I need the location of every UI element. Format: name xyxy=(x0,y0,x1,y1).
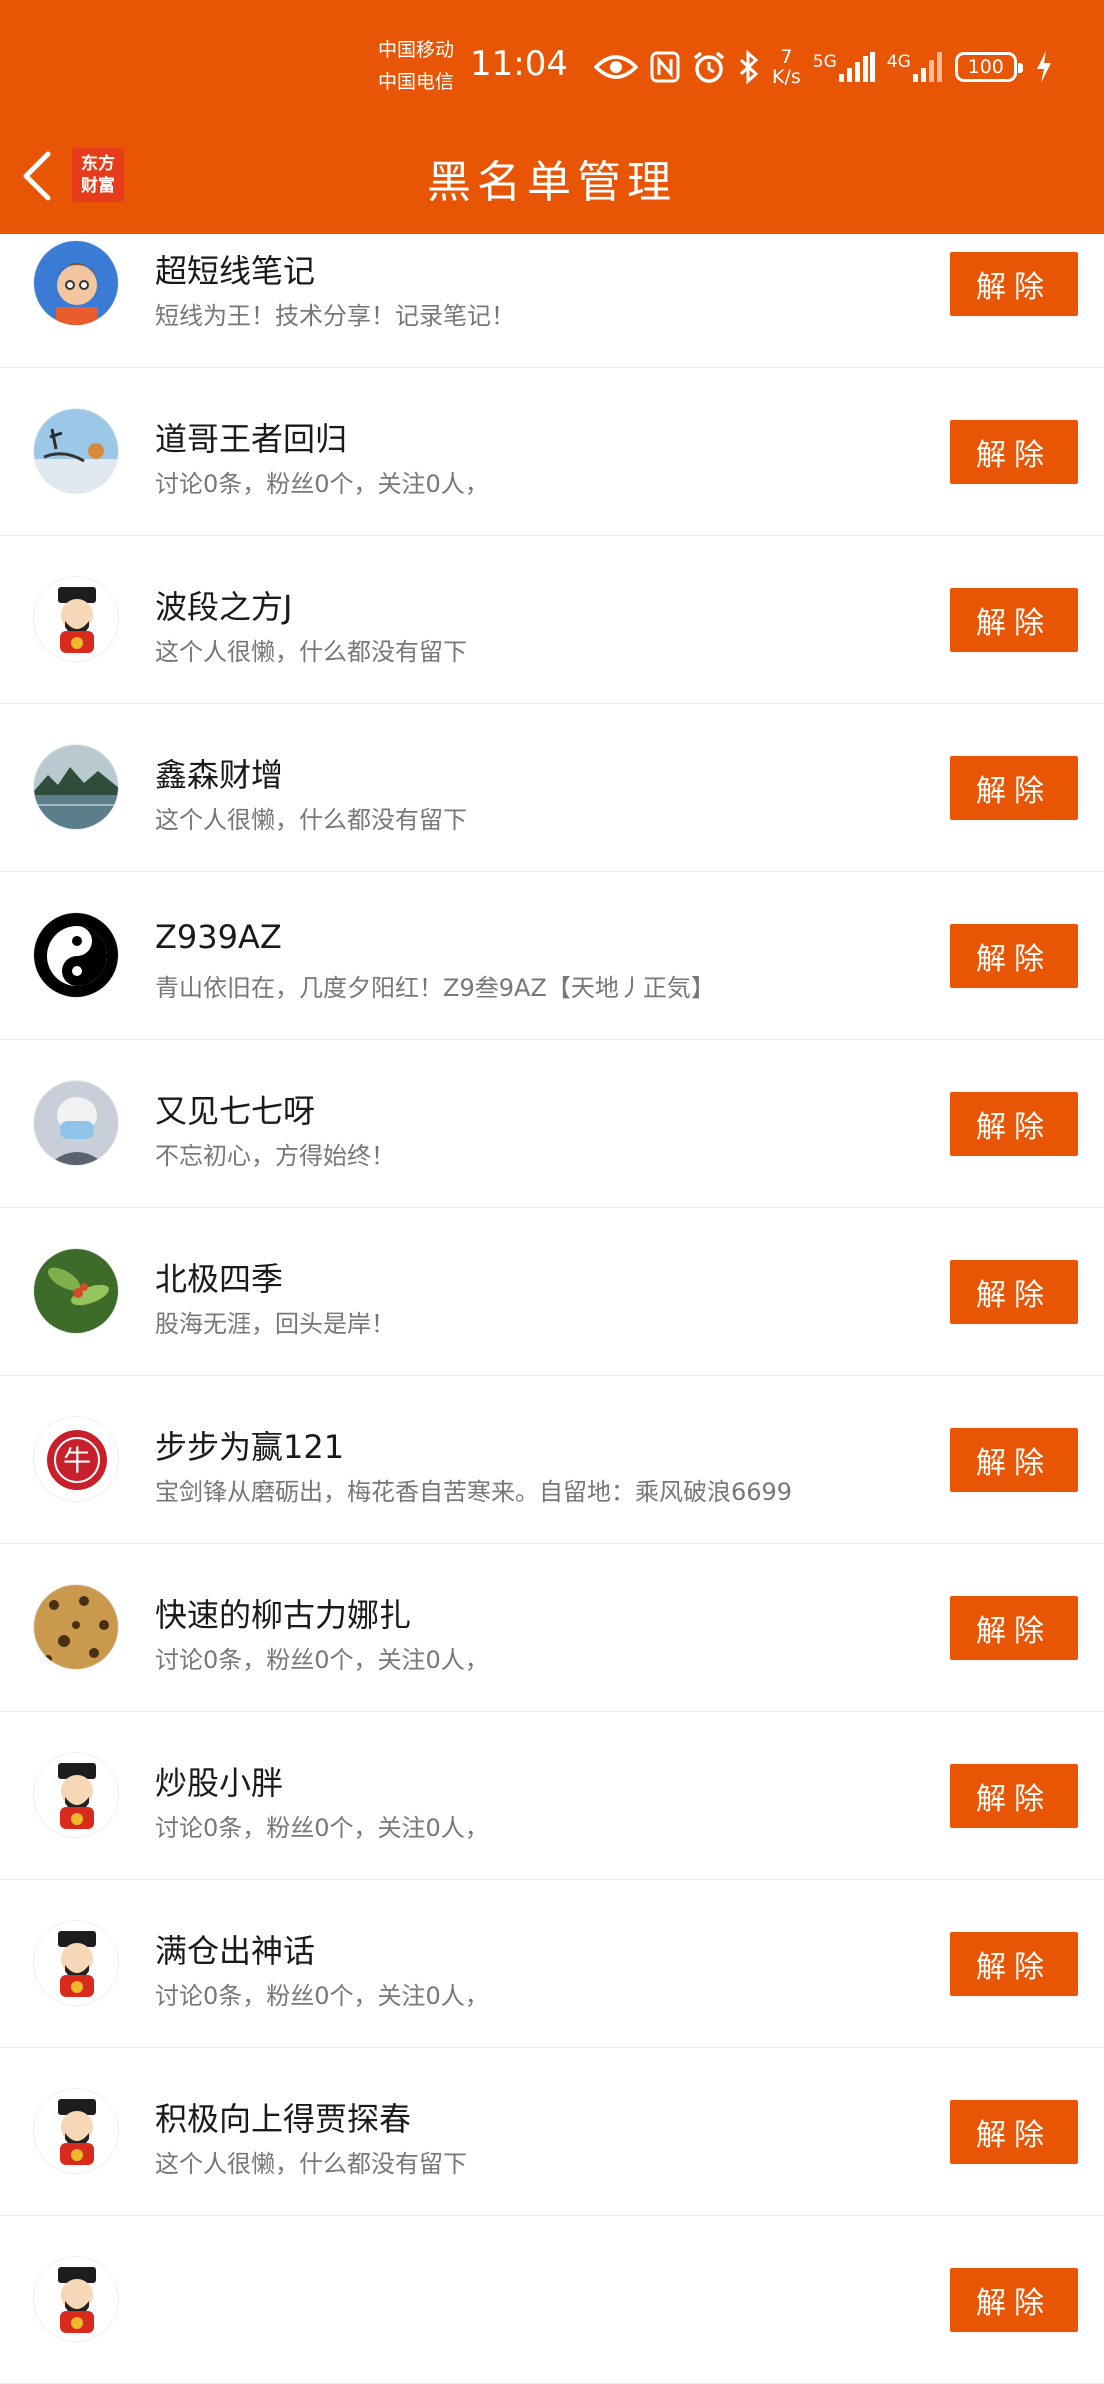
blacklist-row: 满仓出神话讨论0条，粉丝0个，关注0人， 解除 xyxy=(0,1880,1104,2048)
blacklist-row: 鑫森财增这个人很懒，什么都没有留下 解除 xyxy=(0,704,1104,872)
net-speed-unit: K/s xyxy=(772,66,801,88)
blacklist-list: 这个人很懒，什么都没有留下解除超短线笔记短线为王！技术分享！记录笔记！解除道哥王… xyxy=(0,72,1104,2384)
fortune-god-avatar[interactable] xyxy=(33,1920,119,2006)
unblock-button[interactable]: 解除 xyxy=(950,1260,1078,1324)
unblock-button[interactable]: 解除 xyxy=(950,420,1078,484)
status-icons: 7 K/s 5G 4G 100 xyxy=(594,42,1053,92)
user-description: 讨论0条，粉丝0个，关注0人， xyxy=(155,1982,489,2010)
user-description: 讨论0条，粉丝0个，关注0人， xyxy=(155,1646,489,1674)
blacklist-row: 积极向上得贾探春这个人很懒，什么都没有留下 解除 xyxy=(0,2048,1104,2216)
user-description: 短线为王！技术分享！记录笔记！ xyxy=(155,302,515,330)
user-name[interactable]: 积极向上得贾探春 xyxy=(155,2094,411,2140)
user-description: 这个人很懒，什么都没有留下 xyxy=(155,2150,467,2178)
user-name[interactable]: 步步为赢121 xyxy=(155,1422,344,1468)
page-title: 黑名单管理 xyxy=(427,157,677,208)
yin-yang-avatar[interactable] xyxy=(33,912,119,998)
status-time: 11:04 xyxy=(470,44,568,84)
user-description: 股海无涯，回头是岸！ xyxy=(155,1310,395,1338)
leaves-avatar[interactable] xyxy=(33,1248,119,1334)
blacklist-row: Z939AZ 青山依旧在，几度夕阳红！Z9叁9AZ【天地丿正気】 解除 xyxy=(0,872,1104,1040)
user-name[interactable]: 超短线笔记 xyxy=(155,246,315,292)
unblock-button[interactable]: 解除 xyxy=(950,924,1078,988)
user-name[interactable]: 波段之方J xyxy=(155,582,292,628)
blacklist-row: 快速的柳古力娜扎讨论0条，粉丝0个，关注0人， 解除 xyxy=(0,1544,1104,1712)
bluetooth-icon xyxy=(738,50,760,84)
fortune-god-avatar[interactable] xyxy=(33,2088,119,2174)
blacklist-row: 北极四季股海无涯，回头是岸！ 解除 xyxy=(0,1208,1104,1376)
unblock-button[interactable]: 解除 xyxy=(950,1932,1078,1996)
person-avatar[interactable] xyxy=(33,1080,119,1166)
battery-level: 100 xyxy=(967,56,1004,78)
user-name[interactable]: 北极四季 xyxy=(155,1254,283,1300)
user-description: 宝剑锋从磨砺出，梅花香自苦寒来。自留地：乘风破浪6699 xyxy=(155,1478,793,1506)
blacklist-row: 牛 步步为赢121 宝剑锋从磨砺出，梅花香自苦寒来。自留地：乘风破浪6699 解除 xyxy=(0,1376,1104,1544)
signal-5g-icon: 5G xyxy=(813,52,875,82)
svg-text:牛: 牛 xyxy=(63,1444,91,1477)
unblock-button[interactable]: 解除 xyxy=(950,756,1078,820)
user-description: 不忘初心，方得始终！ xyxy=(155,1142,395,1170)
user-name[interactable]: 快速的柳古力娜扎 xyxy=(155,1590,411,1636)
blacklist-row: 解除 xyxy=(0,2216,1104,2384)
user-description: 讨论0条，粉丝0个，关注0人， xyxy=(155,1814,489,1842)
ox-seal-avatar[interactable]: 牛 xyxy=(33,1416,119,1502)
carrier-info: 中国移动 中国电信 xyxy=(378,34,454,98)
user-name[interactable]: 炒股小胖 xyxy=(155,1758,283,1804)
user-name[interactable]: 又见七七呀 xyxy=(155,1086,315,1132)
unblock-button[interactable]: 解除 xyxy=(950,588,1078,652)
app-header: 中国移动 中国电信 11:04 7 K/s 5G 4G 100 东方 财富 黑名… xyxy=(0,0,1104,234)
cartoon-boy-avatar[interactable] xyxy=(33,240,119,326)
net-speed: 7 K/s xyxy=(772,47,801,87)
unblock-button[interactable]: 解除 xyxy=(950,1428,1078,1492)
user-description: 青山依旧在，几度夕阳红！Z9叁9AZ【天地丿正気】 xyxy=(155,974,715,1002)
user-description: 讨论0条，粉丝0个，关注0人， xyxy=(155,470,489,498)
blacklist-row: 道哥王者回归讨论0条，粉丝0个，关注0人， 解除 xyxy=(0,368,1104,536)
alarm-icon xyxy=(692,50,726,84)
unblock-button[interactable]: 解除 xyxy=(950,1596,1078,1660)
signal-5g-label: 5G xyxy=(812,52,837,72)
user-name[interactable]: 鑫森财增 xyxy=(155,750,283,796)
fortune-god-avatar[interactable] xyxy=(33,576,119,662)
blacklist-row: 波段之方J 这个人很懒，什么都没有留下 解除 xyxy=(0,536,1104,704)
painting-avatar[interactable] xyxy=(33,408,119,494)
blacklist-row: 又见七七呀不忘初心，方得始终！ 解除 xyxy=(0,1040,1104,1208)
unblock-button[interactable]: 解除 xyxy=(950,2268,1078,2332)
user-description: 这个人很懒，什么都没有留下 xyxy=(155,638,467,666)
landscape-avatar[interactable] xyxy=(33,744,119,830)
unblock-button[interactable]: 解除 xyxy=(950,1764,1078,1828)
user-name[interactable]: Z939AZ xyxy=(155,918,282,956)
carrier-2: 中国电信 xyxy=(378,71,455,93)
carrier-1: 中国移动 xyxy=(378,39,455,61)
net-speed-value: 7 xyxy=(780,46,793,68)
user-name[interactable]: 道哥王者回归 xyxy=(155,414,347,460)
nfc-icon xyxy=(650,51,680,83)
fortune-god-avatar[interactable] xyxy=(33,1752,119,1838)
unblock-button[interactable]: 解除 xyxy=(950,252,1078,316)
unblock-button[interactable]: 解除 xyxy=(950,2100,1078,2164)
blacklist-row: 炒股小胖讨论0条，粉丝0个，关注0人， 解除 xyxy=(0,1712,1104,1880)
eye-icon xyxy=(594,53,638,81)
signal-4g-icon: 4G xyxy=(887,52,943,82)
user-name[interactable]: 满仓出神话 xyxy=(155,1926,315,1972)
leopard-avatar[interactable] xyxy=(33,1584,119,1670)
battery-icon: 100 xyxy=(954,52,1023,82)
fortune-god-avatar[interactable] xyxy=(33,2256,119,2342)
unblock-button[interactable]: 解除 xyxy=(950,1092,1078,1156)
charging-icon xyxy=(1035,50,1053,84)
signal-4g-label: 4G xyxy=(886,52,911,72)
user-description: 这个人很懒，什么都没有留下 xyxy=(155,806,467,834)
